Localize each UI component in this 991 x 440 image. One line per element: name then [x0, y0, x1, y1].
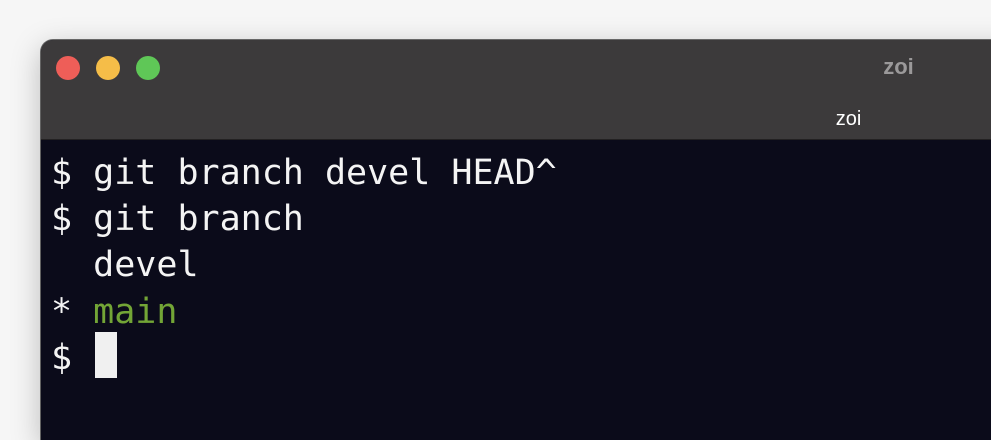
branch-marker [51, 245, 93, 285]
terminal-output[interactable]: $ git branch devel HEAD^ $ git branch de… [41, 141, 991, 440]
prompt-symbol: $ [51, 338, 94, 378]
command-text: git branch [93, 199, 304, 239]
current-branch-item: * main [51, 289, 177, 335]
command-text: git branch devel HEAD^ [93, 153, 557, 193]
terminal-line: $ git branch [51, 196, 304, 242]
terminal-line: $ git branch devel HEAD^ [51, 150, 557, 196]
window-title: zoi [883, 54, 914, 79]
current-branch-marker: * [51, 292, 94, 332]
branch-list-item: devel [51, 242, 199, 288]
zoom-button[interactable] [136, 56, 160, 80]
text-cursor [95, 332, 117, 378]
prompt-symbol: $ [51, 153, 94, 193]
branch-name: devel [93, 245, 199, 285]
tab-title[interactable]: zoi [811, 108, 886, 131]
current-branch-name: main [93, 292, 178, 332]
prompt-symbol: $ [51, 199, 94, 239]
minimize-button[interactable] [96, 56, 120, 80]
close-button[interactable] [56, 56, 80, 80]
title-bar[interactable]: zoi zoi [41, 40, 991, 140]
terminal-window: zoi zoi $ git branch devel HEAD^ $ git b… [41, 40, 991, 440]
terminal-input-line[interactable]: $ [51, 335, 93, 381]
